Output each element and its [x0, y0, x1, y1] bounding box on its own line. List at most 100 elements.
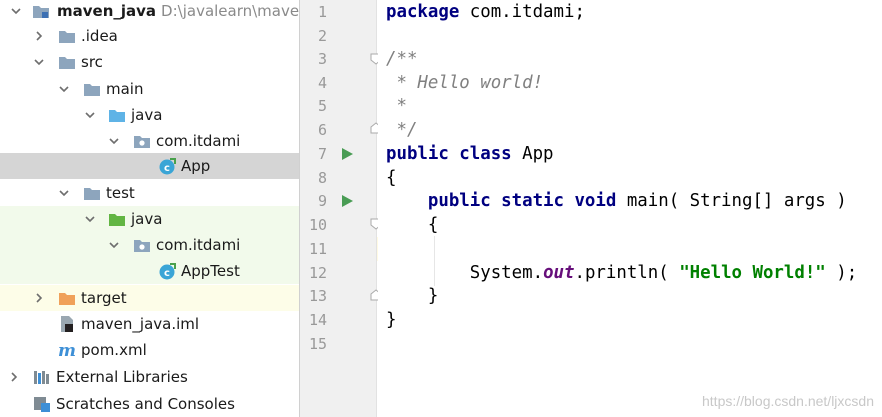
- code-text: );: [825, 263, 858, 283]
- java-class-icon: c: [158, 262, 176, 280]
- tree-item-iml[interactable]: maven_java.iml: [0, 311, 299, 337]
- tree-item-apptest[interactable]: c AppTest: [0, 258, 299, 284]
- line-number: 10: [308, 216, 327, 234]
- chevron-down-icon[interactable]: [58, 187, 70, 199]
- keyword: public class: [386, 144, 512, 164]
- line-number: 5: [317, 97, 327, 115]
- code-line-5: *: [386, 94, 407, 118]
- svg-text:c: c: [164, 163, 170, 174]
- code-line-14: }: [386, 308, 396, 332]
- line-number: 11: [308, 240, 327, 258]
- tree-item-label: src: [81, 53, 103, 71]
- brace: }: [386, 286, 439, 306]
- tree-item-pom[interactable]: m pom.xml: [0, 337, 299, 363]
- chevron-down-icon[interactable]: [10, 5, 22, 17]
- tree-item-label: External Libraries: [56, 368, 188, 386]
- svg-text:c: c: [164, 268, 170, 279]
- code-editor[interactable]: package com.itdami; /** * Hello world! *…: [378, 0, 882, 417]
- tree-item-label: main: [106, 80, 144, 98]
- keyword: package: [386, 2, 460, 22]
- line-number: 7: [317, 145, 327, 163]
- tree-item-app[interactable]: c App: [0, 153, 299, 179]
- excluded-folder-icon: [58, 289, 76, 307]
- tree-item-maven-java[interactable]: maven_javaD:\javalearn\maven_: [0, 0, 299, 24]
- brace: {: [386, 215, 439, 235]
- tree-item-label: java: [131, 106, 163, 124]
- tree-item-scratches[interactable]: Scratches and Consoles: [0, 391, 299, 417]
- tree-item-label: App: [181, 157, 211, 175]
- comment: * Hello world!: [386, 73, 544, 93]
- code-line-12: System.out.println( "Hello World!" );: [386, 261, 857, 285]
- code-line-1: package com.itdami;: [386, 0, 585, 24]
- chevron-down-icon[interactable]: [84, 213, 96, 225]
- tree-item-main-package[interactable]: com.itdami: [0, 128, 299, 154]
- code-line-7: public class App: [386, 142, 554, 166]
- run-class-icon[interactable]: [340, 147, 354, 161]
- comment: /**: [386, 49, 418, 69]
- chevron-right-icon[interactable]: [33, 30, 45, 42]
- tree-item-test-java[interactable]: java: [0, 206, 299, 232]
- tree-item-label: maven_java.iml: [81, 315, 200, 333]
- chevron-right-icon[interactable]: [8, 371, 20, 383]
- static-field: out: [543, 263, 575, 283]
- editor-gutter[interactable]: 1 2 3 4 5 6 7 8 9 10 11 12 13 14 15: [300, 0, 382, 417]
- tree-item-label: test: [106, 184, 135, 202]
- project-path: D:\javalearn\maven_: [161, 2, 300, 20]
- source-folder-icon: [108, 106, 126, 124]
- project-tree-panel: maven_javaD:\javalearn\maven_ .idea src …: [0, 0, 300, 417]
- test-folder-icon: [108, 210, 126, 228]
- code-line-6: */: [386, 118, 417, 142]
- package-name: com.itdami;: [459, 2, 585, 22]
- comment: */: [386, 120, 418, 140]
- line-number: 2: [317, 27, 327, 45]
- watermark: https://blog.csdn.net/ljxcsdn: [702, 393, 874, 409]
- chevron-down-icon[interactable]: [33, 56, 45, 68]
- package-icon: [133, 132, 151, 150]
- chevron-down-icon[interactable]: [108, 135, 120, 147]
- brace: }: [386, 310, 397, 330]
- package-icon: [133, 236, 151, 254]
- tree-item-label: .idea: [81, 27, 118, 45]
- code-text: .println(: [574, 263, 680, 283]
- tree-item-label: com.itdami: [156, 132, 241, 150]
- tree-item-test[interactable]: test: [0, 180, 299, 206]
- line-number: 6: [317, 121, 327, 139]
- line-number: 12: [308, 264, 327, 282]
- line-number: 4: [317, 74, 327, 92]
- svg-text:m: m: [58, 341, 76, 359]
- chevron-down-icon[interactable]: [84, 109, 96, 121]
- scratches-icon: [33, 395, 51, 413]
- tree-item-target[interactable]: target: [0, 285, 299, 311]
- tree-item-label: target: [81, 289, 127, 307]
- tree-item-label: AppTest: [181, 262, 240, 280]
- chevron-down-icon[interactable]: [108, 239, 120, 251]
- keyword: public static void: [386, 191, 617, 211]
- project-name: maven_java: [57, 2, 157, 20]
- code-line-3: /**: [386, 47, 417, 71]
- tree-item-label: Scratches and Consoles: [56, 395, 235, 413]
- code-line-10: {: [386, 213, 438, 237]
- line-number: 9: [317, 192, 327, 210]
- method-signature: main( String[] args ): [616, 191, 847, 211]
- line-number: 13: [308, 287, 327, 305]
- libraries-icon: [33, 368, 51, 386]
- line-number: 8: [317, 169, 327, 187]
- java-class-icon: c: [158, 157, 176, 175]
- class-name: App: [511, 144, 554, 164]
- comment: *: [386, 96, 407, 116]
- code-line-4: * Hello world!: [386, 71, 543, 95]
- tree-item-main[interactable]: main: [0, 76, 299, 102]
- tree-item-main-java[interactable]: java: [0, 102, 299, 128]
- tree-item-label: java: [131, 210, 163, 228]
- run-main-icon[interactable]: [340, 194, 354, 208]
- brace: {: [386, 168, 397, 188]
- chevron-right-icon[interactable]: [33, 292, 45, 304]
- line-number: 3: [317, 50, 327, 68]
- chevron-down-icon[interactable]: [58, 83, 70, 95]
- folder-icon: [58, 53, 76, 71]
- tree-item-src[interactable]: src: [0, 49, 299, 75]
- line-number: 1: [317, 3, 327, 21]
- tree-item-test-package[interactable]: com.itdami: [0, 232, 299, 258]
- tree-item-external-libraries[interactable]: External Libraries: [0, 364, 299, 390]
- tree-item-idea[interactable]: .idea: [0, 23, 299, 49]
